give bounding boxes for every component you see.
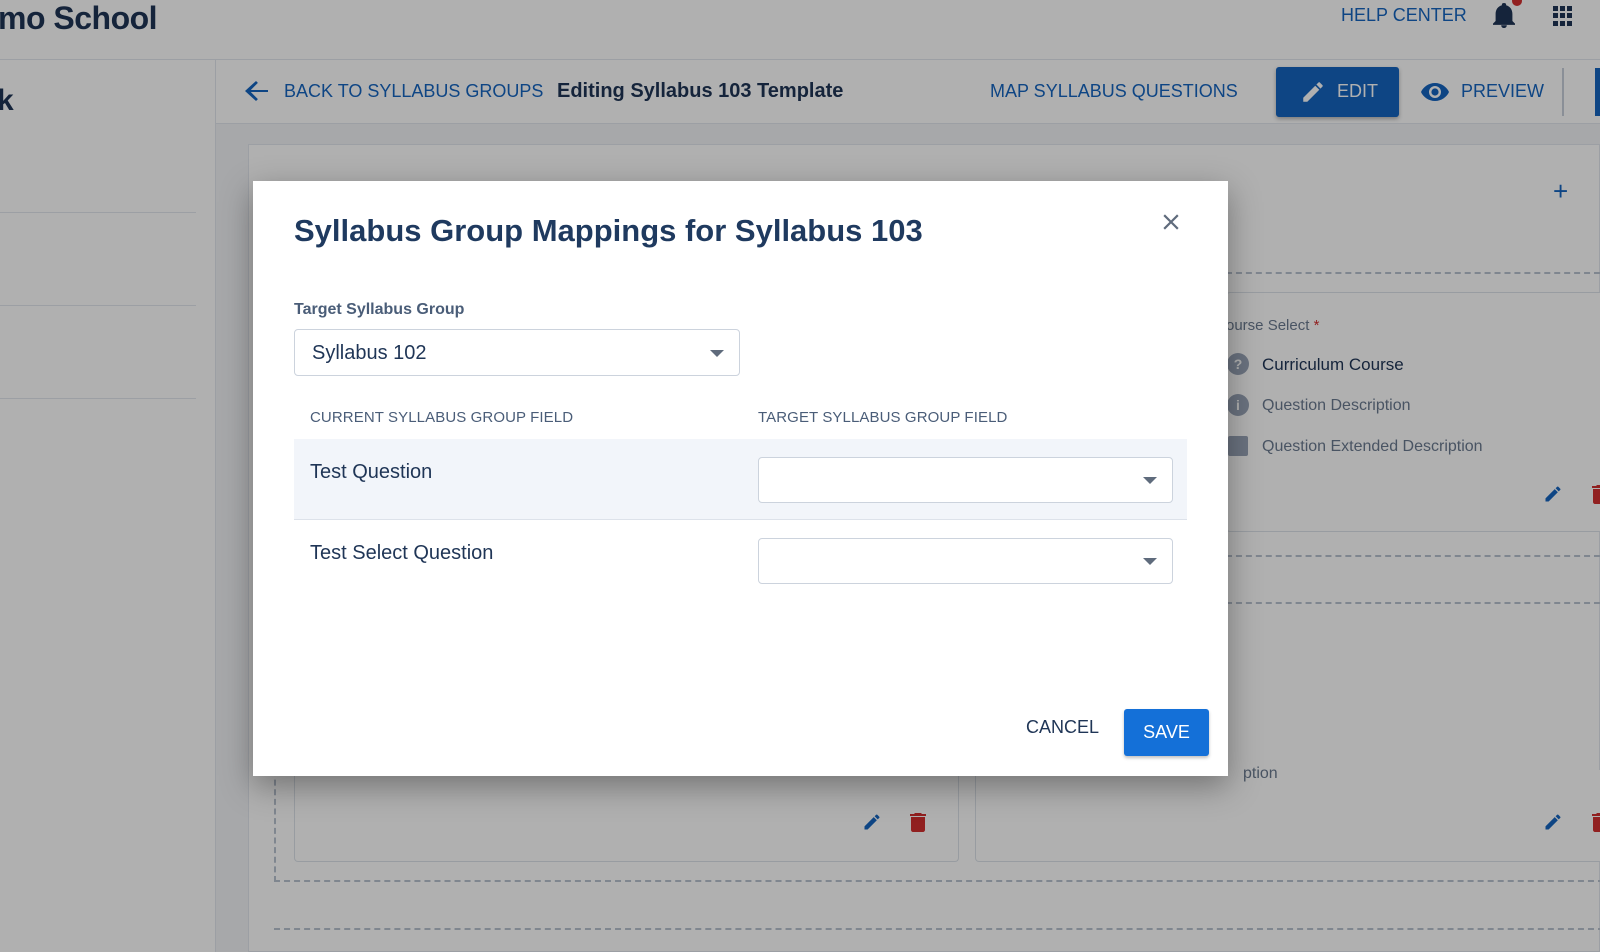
current-field-label: Test Question [310, 461, 433, 483]
chevron-down-icon [710, 350, 724, 357]
target-field-select[interactable] [758, 457, 1173, 503]
target-syllabus-group-select[interactable]: Syllabus 102 [294, 329, 740, 376]
save-button[interactable]: SAVE [1124, 709, 1209, 756]
column-header-target: TARGET SYLLABUS GROUP FIELD [758, 409, 1008, 426]
mapping-row: Test Question [294, 439, 1187, 519]
target-field-select[interactable] [758, 538, 1173, 584]
target-syllabus-group-value: Syllabus 102 [312, 342, 427, 364]
syllabus-group-mappings-dialog: Syllabus Group Mappings for Syllabus 103… [253, 181, 1228, 776]
dialog-title: Syllabus Group Mappings for Syllabus 103 [294, 213, 923, 248]
target-syllabus-group-label: Target Syllabus Group [294, 301, 465, 318]
column-header-current: CURRENT SYLLABUS GROUP FIELD [310, 409, 574, 426]
chevron-down-icon [1143, 477, 1157, 484]
mapping-row: Test Select Question [294, 520, 1187, 600]
chevron-down-icon [1143, 558, 1157, 565]
cancel-button[interactable]: CANCEL [1026, 717, 1099, 738]
current-field-label: Test Select Question [310, 542, 494, 564]
close-icon[interactable] [1158, 209, 1184, 235]
